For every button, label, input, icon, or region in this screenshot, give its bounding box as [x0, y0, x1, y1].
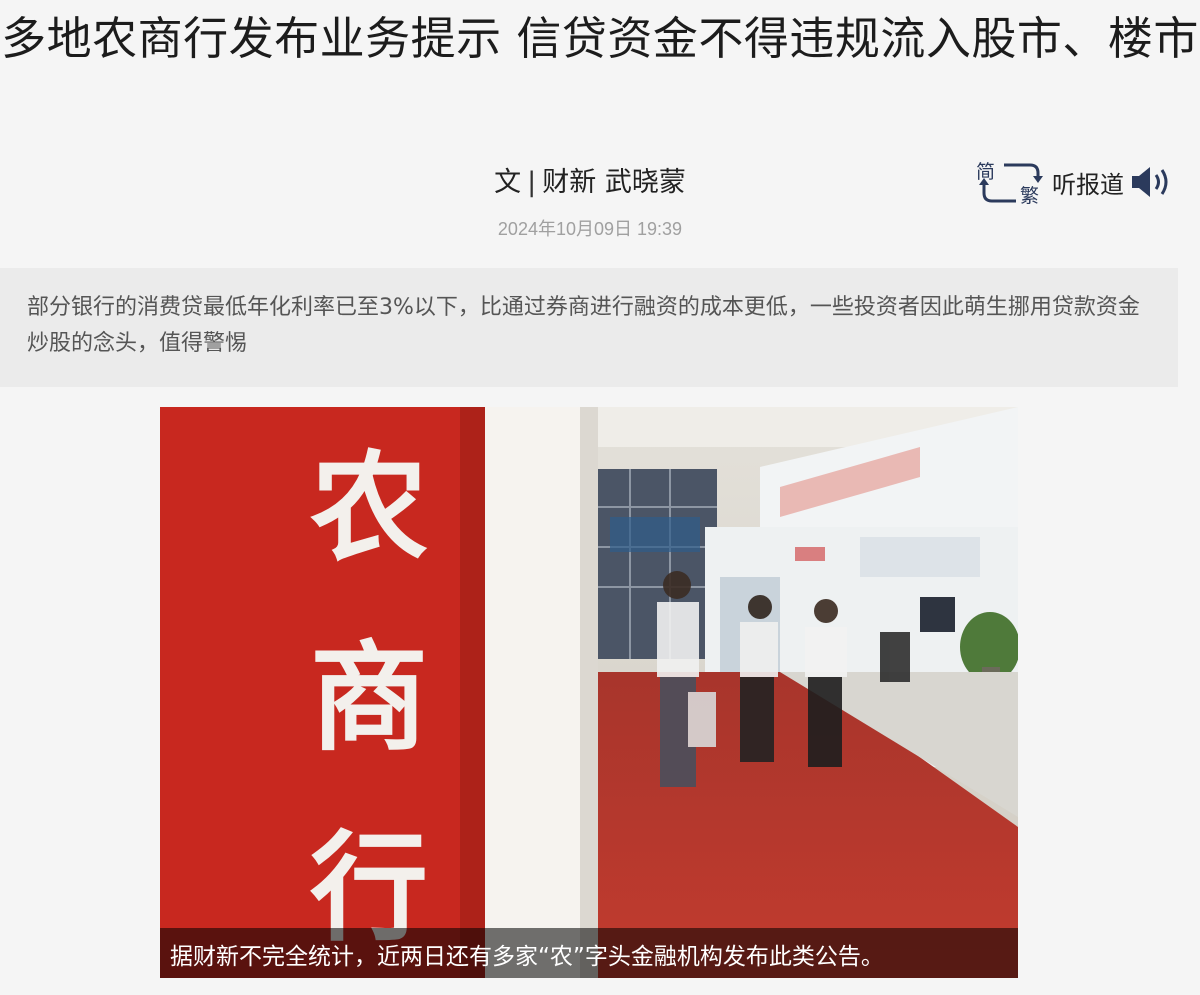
listen-label: 听报道: [1052, 170, 1124, 199]
traditional-label: 繁: [1020, 185, 1040, 207]
sign-char-2: 商: [310, 628, 429, 767]
byline-prefix: 文: [494, 167, 522, 198]
photo-caption: 据财新不完全统计，近两日还有多家“农”字头金融机构发布此类公告。: [160, 928, 1018, 978]
article-title: 多地农商行发布业务提示 信贷资金不得违规流入股市、楼市: [1, 12, 1199, 65]
listen-button[interactable]: 听报道: [1052, 164, 1174, 200]
photo-scene: [160, 407, 1018, 978]
byline-author: 财新 武晓蒙: [542, 167, 686, 198]
byline-separator: |: [527, 167, 537, 198]
article-photo: 农 商 行 据财新不完全统计，近两日还有多家“农”字头金融机构发布此类公告。: [160, 407, 1018, 978]
photo-caption-text: 据财新不完全统计，近两日还有多家“农”字头金融机构发布此类公告。: [170, 944, 884, 970]
sign-char-1: 农: [310, 438, 429, 577]
simplified-label: 简: [976, 161, 996, 183]
speaker-icon: [1132, 167, 1168, 197]
summary-text: 部分银行的消费贷最低年化利率已至3%以下，比通过券商进行融资的成本更低，一些投资…: [27, 295, 1140, 356]
simplified-traditional-toggle[interactable]: 简 繁: [976, 157, 1044, 207]
article-toolbar: 简 繁 听报道: [976, 157, 1174, 207]
article-summary: 部分银行的消费贷最低年化利率已至3%以下，比通过券商进行融资的成本更低，一些投资…: [0, 268, 1178, 387]
publish-date: 2024年10月09日 19:39: [497, 219, 683, 239]
